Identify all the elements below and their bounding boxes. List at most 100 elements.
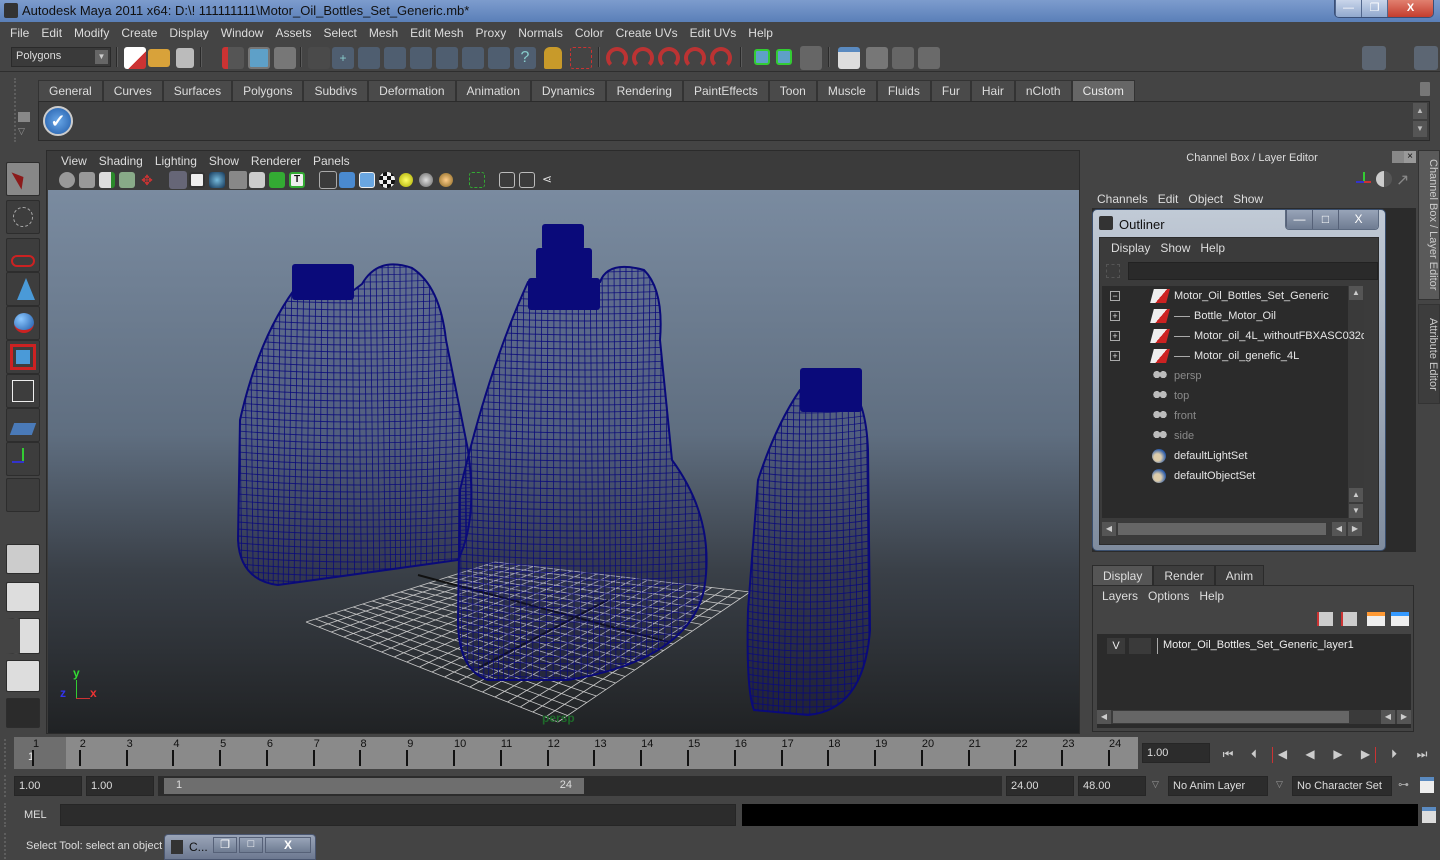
show-manipulator-icon[interactable] bbox=[6, 442, 40, 476]
viewport-menu-renderer[interactable]: Renderer bbox=[245, 153, 307, 169]
shelf-scroll-up-icon[interactable]: ▲ bbox=[1413, 103, 1427, 119]
shelf-tab-dynamics[interactable]: Dynamics bbox=[530, 80, 606, 101]
shelf-tab-fur[interactable]: Fur bbox=[930, 80, 971, 101]
bottle-left-wireframe[interactable] bbox=[236, 256, 480, 590]
outliner-persp-layout-icon[interactable] bbox=[6, 618, 40, 654]
outliner-item[interactable]: front bbox=[1102, 406, 1364, 426]
snap-plane-icon[interactable] bbox=[684, 47, 706, 69]
camera-attributes-icon[interactable] bbox=[79, 172, 95, 188]
menu-mesh[interactable]: Mesh bbox=[363, 26, 404, 40]
soft-mod-icon[interactable] bbox=[6, 408, 40, 442]
safe-action-icon[interactable] bbox=[269, 172, 285, 188]
layer-name[interactable]: Motor_Oil_Bottles_Set_Generic_layer1 bbox=[1163, 639, 1354, 651]
select-deformations-icon[interactable] bbox=[436, 47, 458, 69]
scroll-right-icon[interactable]: ▶ bbox=[1397, 710, 1411, 724]
select-misc-icon[interactable]: ? bbox=[514, 47, 536, 69]
shelf-tab-surfaces[interactable]: Surfaces bbox=[162, 80, 233, 101]
attribute-editor-icon[interactable] bbox=[1362, 46, 1386, 70]
universal-manipulator-icon[interactable] bbox=[6, 374, 40, 408]
close-button[interactable]: X bbox=[265, 837, 311, 853]
layer-type-toggle[interactable] bbox=[1129, 638, 1151, 654]
menu-set-selector[interactable]: Polygons ▼ bbox=[11, 47, 111, 67]
outliner-item[interactable]: persp bbox=[1102, 366, 1364, 386]
snap-live-icon[interactable] bbox=[710, 47, 732, 69]
xray-icon[interactable] bbox=[499, 172, 515, 188]
ipr-render-icon[interactable] bbox=[892, 47, 914, 69]
float-panel-icon[interactable] bbox=[1392, 151, 1404, 163]
share-icon[interactable]: ⋖ bbox=[539, 172, 555, 188]
expand-icon[interactable]: + bbox=[1110, 311, 1120, 321]
range-slider-track[interactable]: 1 24 bbox=[158, 776, 1002, 796]
select-tool-icon[interactable] bbox=[6, 162, 40, 196]
scroll-thumb[interactable] bbox=[1118, 523, 1326, 535]
gate-mask-icon[interactable] bbox=[229, 171, 247, 189]
outliner-close-button[interactable]: X bbox=[1338, 210, 1378, 229]
step-back-frame-icon[interactable]: ◀ bbox=[1272, 747, 1292, 763]
paint-select-tool-icon[interactable] bbox=[6, 238, 40, 272]
shelf-tab-animation[interactable]: Animation bbox=[455, 80, 531, 101]
shelf-tab-fluids[interactable]: Fluids bbox=[876, 80, 931, 101]
menu-window[interactable]: Window bbox=[215, 26, 270, 40]
film-gate-icon[interactable] bbox=[189, 172, 205, 188]
restore-button[interactable]: ❐ bbox=[213, 837, 237, 853]
command-language-toggle[interactable]: MEL bbox=[24, 809, 47, 821]
wireframe-shading-icon[interactable] bbox=[319, 171, 337, 189]
checkmark-icon[interactable]: ✓ bbox=[43, 106, 73, 136]
move-layer-up-icon[interactable] bbox=[1317, 612, 1333, 626]
all-lights-icon[interactable] bbox=[419, 173, 433, 187]
render-view-icon[interactable] bbox=[838, 47, 860, 69]
move-tool-icon[interactable] bbox=[6, 272, 40, 306]
viewport-menu-panels[interactable]: Panels bbox=[307, 153, 356, 169]
bottle-center-wireframe[interactable] bbox=[456, 224, 720, 685]
menu-edit-uvs[interactable]: Edit UVs bbox=[684, 26, 743, 40]
play-forward-icon[interactable]: ▶ bbox=[1328, 747, 1348, 763]
select-by-object-icon[interactable] bbox=[248, 47, 270, 69]
layer-menu-layers[interactable]: Layers bbox=[1097, 589, 1143, 603]
render-current-frame-icon[interactable] bbox=[866, 47, 888, 69]
menu-create-uvs[interactable]: Create UVs bbox=[610, 26, 684, 40]
help-grip[interactable] bbox=[4, 833, 10, 859]
go-to-start-icon[interactable]: ⏮ bbox=[1218, 747, 1238, 763]
character-set-dropdown-icon[interactable]: ▽ bbox=[1276, 779, 1283, 790]
shelf-menu-icon[interactable] bbox=[18, 112, 30, 122]
lasso-tool-icon[interactable] bbox=[6, 200, 40, 234]
last-tool-icon[interactable] bbox=[6, 478, 40, 512]
shelf-scroll-down-icon[interactable]: ▼ bbox=[1413, 121, 1427, 137]
manipulator-axes-icon[interactable] bbox=[1356, 172, 1372, 186]
rotate-tool-icon[interactable] bbox=[6, 306, 40, 340]
channel-box-icon[interactable] bbox=[1414, 46, 1438, 70]
cb-menu-edit[interactable]: Edit bbox=[1153, 192, 1184, 206]
trash-icon[interactable] bbox=[1420, 82, 1430, 96]
outliner-minimize-button[interactable]: — bbox=[1286, 210, 1312, 229]
tool-settings-icon[interactable] bbox=[1388, 46, 1412, 70]
current-time-field[interactable]: 1.00 bbox=[1142, 743, 1210, 763]
menu-modify[interactable]: Modify bbox=[68, 26, 115, 40]
snap-curve-icon[interactable] bbox=[632, 47, 654, 69]
layer-tab-display[interactable]: Display bbox=[1092, 565, 1154, 585]
scroll-left-icon[interactable]: ◀ bbox=[1102, 522, 1116, 536]
shelf-tab-ncloth[interactable]: nCloth bbox=[1014, 80, 1072, 101]
tab-channel-box-layer-editor[interactable]: Channel Box / Layer Editor bbox=[1418, 150, 1440, 300]
time-slider[interactable]: 1 12345678910111213141516171819202122232… bbox=[14, 737, 1138, 769]
animation-preferences-icon[interactable] bbox=[1420, 777, 1434, 793]
outliner-item[interactable]: − Motor_Oil_Bottles_Set_Generic bbox=[1102, 286, 1364, 306]
outliner-filter-input[interactable] bbox=[1128, 262, 1378, 280]
graph-editor-layout-icon[interactable] bbox=[6, 660, 40, 692]
shelf-options-chevron-icon[interactable]: ▽ bbox=[18, 126, 30, 138]
outliner-item[interactable]: + Motor_oil_genefic_4L bbox=[1102, 346, 1364, 366]
image-plane-icon[interactable] bbox=[119, 172, 135, 188]
selection-mask-icon[interactable] bbox=[308, 47, 330, 69]
menu-normals[interactable]: Normals bbox=[512, 26, 569, 40]
xray-joints-icon[interactable] bbox=[519, 172, 535, 188]
resolution-gate-icon[interactable] bbox=[209, 172, 225, 188]
scroll-left-icon[interactable]: ◀ bbox=[1332, 522, 1346, 536]
menu-assets[interactable]: Assets bbox=[269, 26, 317, 40]
expand-icon[interactable]: + bbox=[1110, 351, 1120, 361]
lock-icon[interactable] bbox=[544, 47, 562, 69]
scroll-left-icon[interactable]: ◀ bbox=[1097, 710, 1111, 724]
cb-menu-show[interactable]: Show bbox=[1228, 192, 1268, 206]
shelf-tab-deformation[interactable]: Deformation bbox=[368, 80, 456, 101]
shelf-tab-curves[interactable]: Curves bbox=[102, 80, 163, 101]
outliner-horizontal-scrollbar[interactable]: ◀ ◀ ▶ bbox=[1102, 522, 1364, 536]
maximize-button[interactable]: □ bbox=[239, 837, 263, 853]
